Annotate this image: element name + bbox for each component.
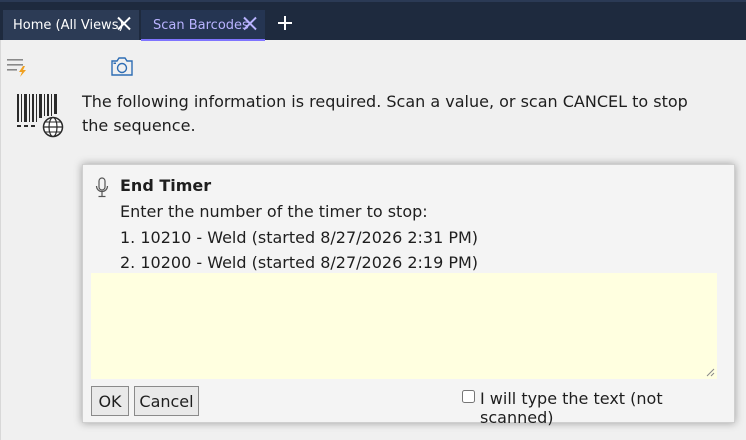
- info-text: The following information is required. S…: [82, 92, 688, 135]
- close-icon[interactable]: [243, 16, 257, 30]
- tab-label: Scan Barcodes: [153, 17, 249, 33]
- tab-label: Home (All Views): [13, 17, 124, 33]
- left-divider: [0, 40, 1, 440]
- microphone-icon[interactable]: [95, 177, 109, 199]
- timer-option: 1. 10210 - Weld (started 8/27/2026 2:31 …: [120, 228, 479, 247]
- cancel-button[interactable]: Cancel: [134, 386, 199, 416]
- end-timer-dialog: End Timer Enter the number of the timer …: [82, 164, 735, 427]
- dialog-title: End Timer: [120, 176, 212, 195]
- add-tab-icon[interactable]: [278, 16, 292, 30]
- type-text-checkbox[interactable]: [462, 390, 475, 403]
- menu-lightning-icon[interactable]: [6, 56, 28, 78]
- timer-option: 2. 10200 - Weld (started 8/27/2026 2:19 …: [120, 253, 479, 272]
- barcode-globe-icon: [17, 94, 64, 138]
- tab-home-all-views[interactable]: Home (All Views): [3, 10, 139, 40]
- ok-button[interactable]: OK: [91, 386, 129, 416]
- tab-bar: Home (All Views) Scan Barcodes: [0, 0, 746, 41]
- tab-scan-barcodes[interactable]: Scan Barcodes: [141, 10, 265, 41]
- close-icon[interactable]: [117, 16, 131, 30]
- type-text-label[interactable]: I will type the text (not scanned): [480, 389, 734, 427]
- timer-number-input[interactable]: [91, 273, 717, 379]
- camera-icon[interactable]: [110, 55, 134, 77]
- dialog-prompt: Enter the number of the timer to stop:: [120, 202, 428, 221]
- resize-grip-icon[interactable]: [705, 367, 715, 377]
